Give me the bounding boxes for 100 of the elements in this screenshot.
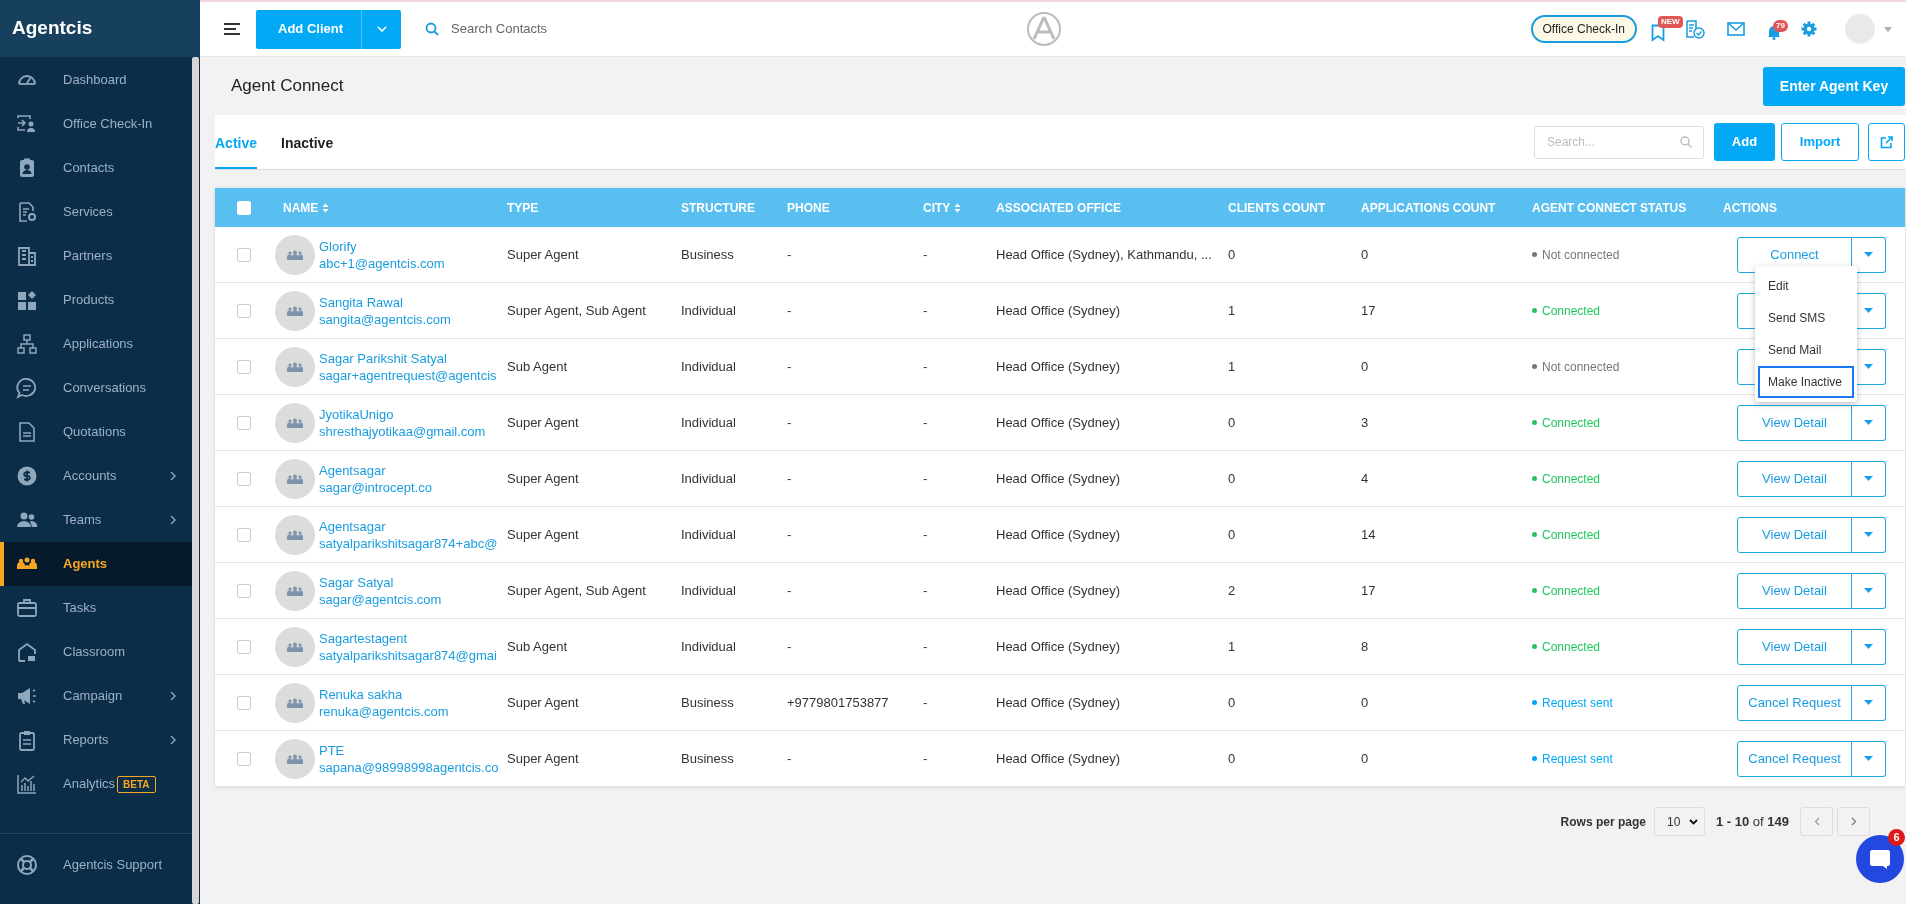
sidebar-item[interactable]: Contacts (0, 146, 192, 190)
chat-button[interactable] (1856, 835, 1904, 883)
sidebar-item[interactable]: Reports (0, 718, 192, 762)
column-header[interactable]: CLIENTS COUNT (1228, 198, 1326, 217)
import-button[interactable]: Import (1781, 123, 1859, 161)
sort-icon[interactable] (322, 202, 330, 213)
action-button[interactable]: View Detail (1737, 516, 1852, 553)
sidebar-item[interactable]: Conversations (0, 366, 192, 410)
agent-email-link[interactable]: renuka@agentcis.com (319, 702, 449, 720)
sidebar-item[interactable]: Agents (0, 542, 192, 586)
dropdown-toggle-button[interactable] (1852, 740, 1886, 777)
agent-email-link[interactable]: sagar@introcept.co (319, 478, 432, 496)
action-button[interactable]: View Detail (1737, 460, 1852, 497)
agent-name-link[interactable]: PTE (319, 741, 499, 759)
add-button[interactable]: Add (1714, 123, 1775, 161)
menu-item[interactable]: Make Inactive (1758, 366, 1854, 398)
office-check-in-button[interactable]: Office Check-In (1530, 15, 1637, 43)
agent-name-link[interactable]: Sangita Rawal (319, 293, 451, 311)
sidebar-item[interactable]: Campaign (0, 674, 192, 718)
dropdown-toggle-button[interactable] (1852, 236, 1886, 273)
column-header[interactable]: APPLICATIONS COUNT (1361, 198, 1496, 217)
agent-email-link[interactable]: shresthajyotikaa@gmail.com (319, 422, 486, 440)
dropdown-toggle-button[interactable] (1852, 460, 1886, 497)
dropdown-toggle-button[interactable] (1852, 628, 1886, 665)
agent-name-link[interactable]: Agentsagar (319, 517, 498, 535)
tab[interactable]: Active (215, 115, 258, 169)
checkbox[interactable] (237, 751, 251, 766)
add-client-button[interactable]: Add Client (256, 9, 401, 49)
checkbox[interactable] (237, 527, 251, 542)
agent-email-link[interactable]: sagar@agentcis.com (319, 590, 442, 608)
agent-email-link[interactable]: satyalparikshitsagar874+abc@ (319, 534, 498, 552)
action-button[interactable]: View Detail (1737, 404, 1852, 441)
settings-icon[interactable] (1801, 21, 1817, 37)
sidebar-item[interactable]: Teams (0, 498, 192, 542)
sidebar-item[interactable]: Products (0, 278, 192, 322)
caret-icon[interactable] (1884, 26, 1892, 32)
dropdown-toggle-button[interactable] (1852, 572, 1886, 609)
menu-icon[interactable] (224, 22, 242, 36)
column-header[interactable]: PHONE (787, 198, 830, 217)
action-button[interactable]: View Detail (1737, 572, 1852, 609)
column-header[interactable]: TYPE (507, 198, 539, 217)
sidebar-item[interactable]: Applications (0, 322, 192, 366)
sidebar-item[interactable]: Classroom (0, 630, 192, 674)
agent-name-link[interactable]: JyotikaUnigo (319, 405, 486, 423)
tab[interactable]: Inactive (281, 115, 334, 169)
dropdown-toggle-button[interactable] (1852, 404, 1886, 441)
menu-item[interactable]: Edit (1758, 270, 1854, 302)
menu-item[interactable]: Send Mail (1758, 334, 1854, 366)
agent-email-link[interactable]: sapana@98998998agentcis.co (319, 758, 499, 776)
agent-name-link[interactable]: Agentsagar (319, 461, 432, 479)
menu-item[interactable]: Send SMS (1758, 302, 1854, 334)
agent-name-link[interactable]: Glorify (319, 237, 445, 255)
search-field[interactable]: Search Contacts (451, 19, 1011, 39)
enter-agent-key-button[interactable]: Enter Agent Key (1763, 66, 1905, 106)
mail-icon[interactable] (1727, 22, 1745, 36)
action-button[interactable]: Cancel Request (1737, 684, 1852, 721)
checkbox[interactable] (237, 415, 251, 430)
sidebar-item[interactable]: Analytics BETA (0, 762, 192, 806)
agent-email-link[interactable]: sangita@agentcis.com (319, 310, 451, 328)
sidebar-item[interactable]: Agentcis Support (0, 843, 192, 887)
action-button[interactable]: Cancel Request (1737, 740, 1852, 777)
agent-name-link[interactable]: Sagar Satyal (319, 573, 442, 591)
column-header[interactable]: STRUCTURE (681, 198, 755, 217)
checkbox[interactable] (237, 471, 251, 486)
agent-email-link[interactable]: abc+1@agentcis.com (319, 254, 445, 272)
bookmark-icon[interactable] (1651, 24, 1665, 42)
sidebar-item[interactable]: Dashboard (0, 58, 192, 102)
sidebar-item[interactable]: Partners (0, 234, 192, 278)
column-header[interactable]: NAME (283, 198, 330, 217)
column-header[interactable]: ASSOCIATED OFFICE (996, 198, 1122, 217)
search-field[interactable]: Search... (1534, 125, 1704, 159)
agent-email-link[interactable]: sagar+agentrequest@agentcis (319, 366, 497, 384)
external-link-button[interactable] (1868, 123, 1905, 161)
checkbox[interactable] (237, 583, 251, 598)
scrollbar[interactable] (192, 57, 199, 904)
column-header[interactable]: CITY (923, 198, 962, 217)
action-button[interactable]: View Detail (1737, 628, 1852, 665)
dropdown-toggle-button[interactable] (1852, 684, 1886, 721)
sidebar-item[interactable]: Tasks (0, 586, 192, 630)
caret-icon (1864, 420, 1873, 425)
checkbox[interactable] (237, 359, 251, 374)
agent-name-link[interactable]: Sagar Parikshit Satyal (319, 349, 497, 367)
checkbox[interactable] (237, 695, 251, 710)
page-size-select[interactable]: 10 (1653, 807, 1705, 836)
agent-name-link[interactable]: Renuka sakha (319, 685, 449, 703)
sidebar-item[interactable]: Office Check-In (0, 102, 192, 146)
sidebar-item[interactable]: Accounts (0, 454, 192, 498)
column-header[interactable]: ACTIONS (1723, 198, 1777, 217)
checklist-icon[interactable] (1685, 19, 1705, 39)
checkbox[interactable] (237, 303, 251, 318)
agent-name-link[interactable]: Sagartestagent (319, 629, 497, 647)
checkbox[interactable] (237, 247, 251, 262)
dropdown-toggle-button[interactable] (1852, 516, 1886, 553)
checkbox[interactable] (237, 639, 251, 654)
sidebar-item[interactable]: Services (0, 190, 192, 234)
status-text: Not connected (1542, 246, 1620, 264)
sort-icon[interactable] (954, 202, 962, 213)
column-header[interactable]: AGENT CONNECT STATUS (1532, 198, 1687, 217)
agent-email-link[interactable]: satyalparikshitsagar874@gmai (319, 646, 497, 664)
sidebar-item[interactable]: Quotations (0, 410, 192, 454)
